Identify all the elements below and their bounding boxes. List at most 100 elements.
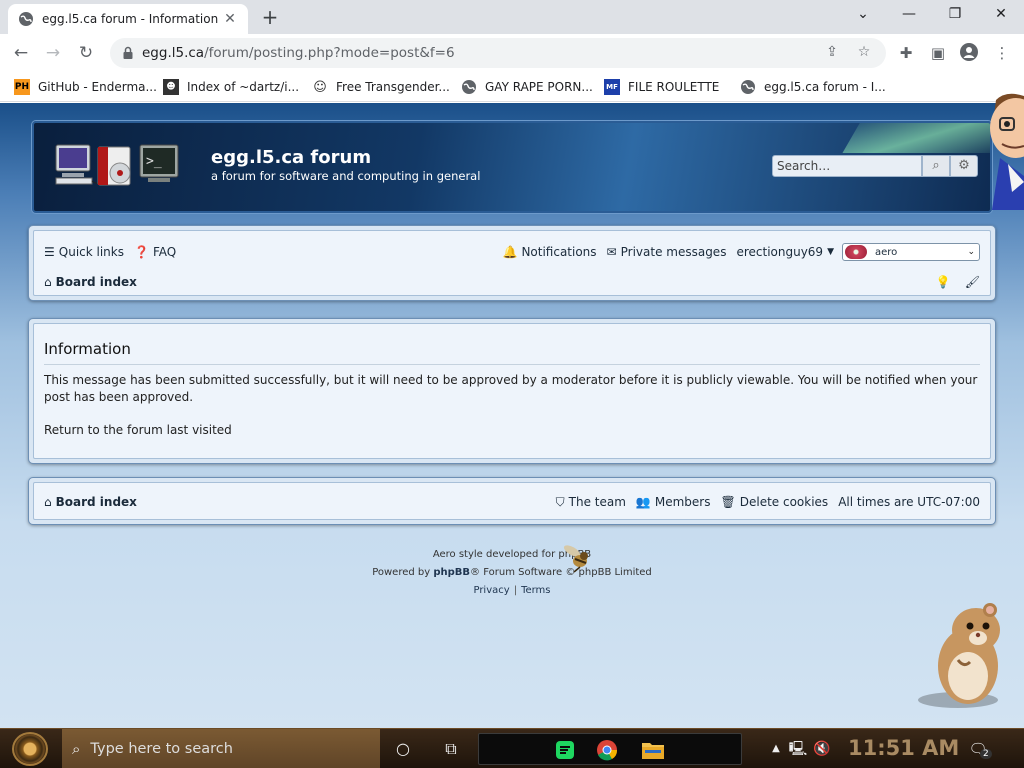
lightbulb-icon[interactable]: 💡 [936,275,951,289]
phpbb-link[interactable]: phpBB [433,567,470,578]
browser-toolbar: ← → ↻ egg.l5.ca/forum/posting.php?mode=p… [0,34,1024,72]
inbox-icon: ✉ [606,245,617,259]
powered-by-line: Powered by phpBB® Forum Software © phpBB… [0,567,1024,578]
side-panel-icon[interactable]: ▣ [928,43,948,63]
active-tab[interactable]: egg.l5.ca forum - Information ✕ [8,4,248,34]
the-team-label: The team [568,495,626,509]
notifications-link[interactable]: 🔔 Notifications [502,245,596,259]
the-team-link[interactable]: ⛉ The team [556,495,626,510]
style-select[interactable]: aero ⌄ [842,243,980,261]
bookmark-gay-porn[interactable]: GAY RAPE PORN... [461,78,593,96]
bookmark-star-icon[interactable]: ☆ [854,44,874,62]
username-label: erectionguy69 [736,245,824,259]
close-window-button[interactable]: ✕ [978,0,1024,30]
bookmark-free-transgender[interactable]: ☺ Free Transgender... [312,78,450,96]
tray-chevron-icon[interactable]: ▲ [764,737,788,761]
private-messages-link[interactable]: ✉ Private messages [607,245,727,259]
chrome-app-icon[interactable] [596,739,618,761]
trash-icon: 🗑 [720,495,736,509]
powered-prefix: Powered by [372,567,431,578]
reload-button[interactable]: ↻ [73,40,99,66]
mf-icon: MF [604,79,620,95]
home-icon: ⌂ [44,495,52,509]
hamster-sprite [918,603,1000,708]
forward-button[interactable]: → [40,40,66,66]
footer-navbar-row: ⌂ Board index ⛉ The team 👥 Members 🗑 Delete … [44,491,980,513]
terms-link[interactable]: Terms [521,585,550,596]
tab-search-chevron-icon[interactable]: ⌄ [840,0,886,30]
gear-icon[interactable]: ⚙ [950,155,978,177]
divider [44,364,980,365]
bookmark-label: FILE ROULETTE [628,80,720,94]
footer-navbar-panel: ⌂ Board index ⛉ The team 👥 Members 🗑 Delete … [28,477,996,525]
navbar-bottom-row: ⌂ Board index 💡 🖌 [44,271,980,293]
share-icon[interactable]: ⇪ [822,44,842,62]
taskbar-search-box[interactable]: ⌕ Type here to search [62,729,380,768]
delete-cookies-label: Delete cookies [739,495,829,509]
policy-links: Privacy | Terms [0,585,1024,596]
mask-icon: ☺ [313,79,327,95]
minimize-button[interactable]: — [886,0,932,30]
quick-links-menu[interactable]: ☰ Quick links [44,245,124,259]
return-to-forum-link[interactable]: Return to the forum last visited [44,423,232,437]
forum-page: >_ egg.l5.ca forum a forum for software … [0,103,1024,728]
profile-avatar-icon[interactable] [959,43,979,63]
bookmark-label: Free Transgender... [336,80,450,94]
back-button[interactable]: ← [8,40,34,66]
delete-cookies-link[interactable]: 🗑 Delete cookies [721,495,829,509]
volume-muted-icon[interactable]: 🔇 [810,737,834,761]
members-link[interactable]: 👥 Members [636,495,711,509]
faq-link[interactable]: ❓ FAQ [134,245,176,259]
task-view-icon[interactable]: ⧉ [439,737,463,761]
caret-down-icon: ▼ [827,247,834,257]
bookmark-index-dartz[interactable]: ☻ Index of ~dartz/i... [163,78,299,96]
site-name[interactable]: egg.l5.ca forum [211,147,371,168]
bookmark-label: GAY RAPE PORN... [485,80,593,94]
new-tab-button[interactable]: + [258,6,282,30]
restore-button[interactable]: ❐ [932,0,978,30]
address-bar[interactable]: egg.l5.ca/forum/posting.php?mode=post&f=… [110,38,886,68]
bookmarks-bar: PH GitHub - Enderma... ☻ Index of ~dartz… [0,72,1024,102]
information-inner: Information This message has been submit… [33,323,991,459]
url-path: /forum/posting.php?mode=post&f=6 [204,45,455,61]
bookmark-egg-forum[interactable]: egg.l5.ca forum - I... [740,78,886,96]
board-index-label: Board index [55,275,137,289]
bookmark-file-roulette[interactable]: MF FILE ROULETTE [604,78,719,96]
footer-board-index-link[interactable]: ⌂ Board index [44,495,137,509]
extensions-icon[interactable]: ✚ [896,43,916,63]
start-button[interactable] [12,732,48,766]
paintbrush-icon[interactable]: 🖌 [965,275,980,289]
site-logo[interactable]: >_ [54,141,184,191]
bookmark-label: Index of ~dartz/i... [187,80,300,94]
quick-links-label: Quick links [58,245,124,259]
close-tab-icon[interactable]: ✕ [222,11,238,27]
board-index-link[interactable]: ⌂ Board index [44,275,137,289]
chevron-down-icon: ⌄ [967,247,975,257]
bee-sprite [563,545,588,573]
bookmark-github[interactable]: PH GitHub - Enderma... [14,78,157,96]
faq-label: FAQ [152,245,177,259]
site-header: >_ egg.l5.ca forum a forum for software … [32,121,992,213]
file-explorer-icon[interactable] [641,740,665,760]
taskbar-clock[interactable]: 11:51 AM [848,736,959,760]
url-text: egg.l5.ca/forum/posting.php?mode=post&f=… [142,45,455,61]
network-icon[interactable]: 🖳 [786,737,810,761]
globe-icon [19,12,33,26]
board-index-label: Board index [55,495,137,509]
bell-icon: 🔔 [502,245,518,259]
user-menu[interactable]: erectionguy69 ▼ [736,245,834,259]
cartoon-face-sprite [990,93,1024,210]
sheets-app-icon[interactable] [555,740,575,760]
site-description: a forum for software and computing in ge… [211,169,481,183]
bookmark-label: GitHub - Enderma... [38,80,157,94]
style-credit: Aero style developed for phpBB [432,549,592,560]
tab-title: egg.l5.ca forum - Information [42,12,219,26]
menu-kebab-icon[interactable]: ⋮ [992,43,1012,63]
privacy-link[interactable]: Privacy [473,585,509,596]
lock-icon[interactable] [120,45,136,61]
footer-navbar-inner: ⌂ Board index ⛉ The team 👥 Members 🗑 Delete … [33,482,991,520]
forum-search-input[interactable]: Search… [772,155,922,177]
cortana-icon[interactable]: ○ [391,737,415,761]
style-select-value: aero [875,246,898,258]
search-icon[interactable]: ⌕ [922,155,950,177]
